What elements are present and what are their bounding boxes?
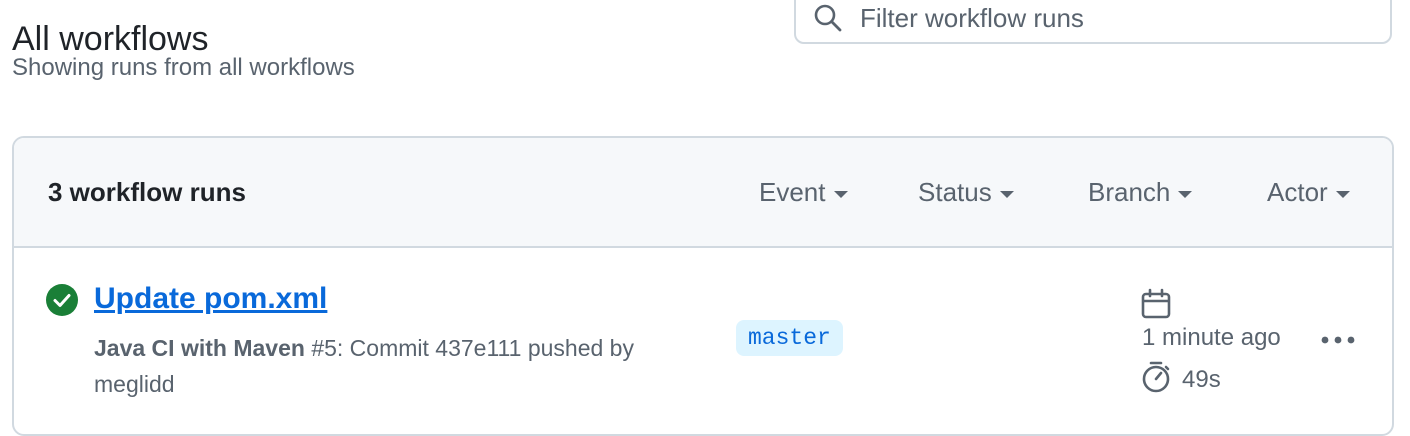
event-filter-dropdown[interactable]: Event xyxy=(759,174,848,210)
search-input[interactable] xyxy=(860,0,1360,36)
kebab-horizontal-icon xyxy=(1321,336,1355,344)
run-description: Java CI with Maven #5: Commit 437e111 pu… xyxy=(94,330,704,402)
caret-down-icon xyxy=(833,190,848,198)
calendar-icon xyxy=(1141,288,1171,319)
branch-filter-dropdown[interactable]: Branch xyxy=(1088,174,1193,210)
run-options-button[interactable] xyxy=(1314,320,1362,360)
check-circle-fill-icon xyxy=(46,284,78,316)
page-subtitle: Showing runs from all workflows xyxy=(12,54,355,81)
caret-down-icon xyxy=(1178,190,1193,198)
actor-name: meglidd xyxy=(94,371,175,397)
status-filter-label: Status xyxy=(918,176,992,207)
caret-down-icon xyxy=(999,190,1014,198)
branch-badge[interactable]: master xyxy=(736,320,843,356)
run-time-ago: 1 minute ago xyxy=(1142,324,1281,351)
workflow-run-row: Update pom.xml Java CI with Maven #5: Co… xyxy=(14,248,1392,434)
actor-filter-dropdown[interactable]: Actor xyxy=(1267,174,1350,210)
actor-filter-label: Actor xyxy=(1267,176,1328,207)
caret-down-icon xyxy=(1335,190,1350,198)
runs-header: 3 workflow runs Event Status Branch Acto… xyxy=(14,138,1392,248)
run-title-link[interactable]: Update pom.xml xyxy=(94,280,327,318)
stopwatch-icon xyxy=(1142,361,1170,393)
filter-runs-search[interactable] xyxy=(794,0,1392,44)
run-number: #5 xyxy=(311,335,337,361)
branch-filter-label: Branch xyxy=(1088,176,1171,207)
commit-description: : Commit 437e111 pushed by xyxy=(336,335,634,361)
workflow-name: Java CI with Maven xyxy=(94,335,305,361)
event-filter-label: Event xyxy=(759,176,826,207)
search-icon xyxy=(814,4,842,32)
run-duration: 49s xyxy=(1182,366,1221,393)
workflow-runs-box: 3 workflow runs Event Status Branch Acto… xyxy=(12,136,1394,436)
runs-count: 3 workflow runs xyxy=(48,177,246,207)
status-filter-dropdown[interactable]: Status xyxy=(918,174,1014,210)
